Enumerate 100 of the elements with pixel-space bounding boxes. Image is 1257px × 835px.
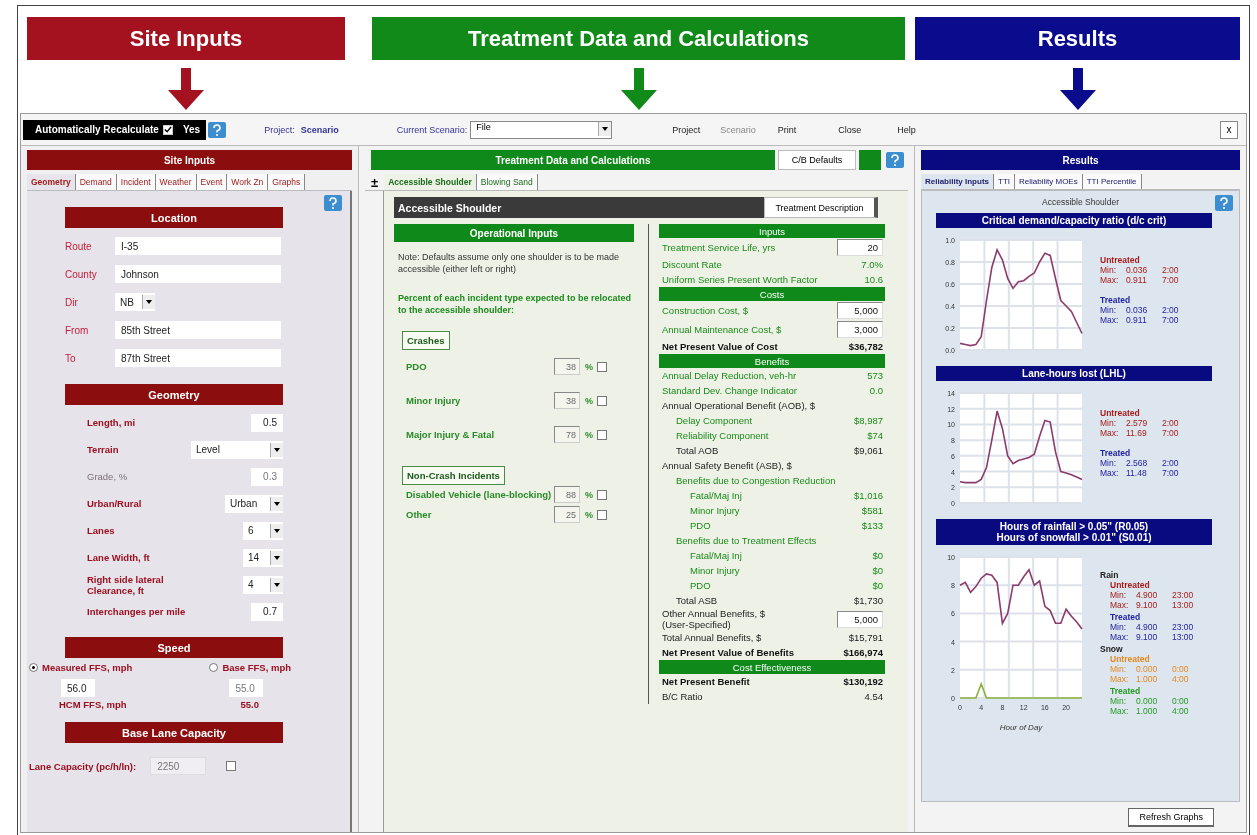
close-button[interactable]: x: [1220, 120, 1238, 139]
input-field[interactable]: 5,000: [837, 610, 883, 628]
checkbox[interactable]: [226, 761, 237, 771]
input-field[interactable]: 20: [837, 239, 883, 256]
field-label: Terrain: [87, 444, 119, 455]
tab[interactable]: TTI Percentile: [1082, 174, 1142, 189]
help-icon[interactable]: [886, 152, 904, 168]
row-value: 573: [867, 370, 883, 381]
item-label: Major Injury & Fatal: [406, 429, 496, 441]
tab[interactable]: Incident: [116, 174, 156, 190]
checkbox[interactable]: [597, 395, 607, 406]
tab[interactable]: Reliability Inputs: [921, 174, 994, 189]
percent-field[interactable]: 38: [554, 392, 580, 410]
auto-recalculate-value: Yes: [182, 124, 201, 135]
row-value: $0: [872, 550, 883, 561]
help-icon[interactable]: [1215, 195, 1233, 211]
input-field[interactable]: 5,000: [837, 302, 883, 319]
row-value: $8,987: [853, 415, 883, 426]
caret-icon: [270, 496, 283, 511]
help-icon[interactable]: [324, 195, 342, 211]
checkbox[interactable]: [597, 429, 607, 440]
caret-icon: [270, 523, 283, 538]
tab[interactable]: Weather: [155, 174, 197, 190]
text-field[interactable]: Johnson: [115, 265, 281, 283]
menu-item[interactable]: Print: [777, 124, 797, 135]
radio-button[interactable]: [209, 663, 219, 672]
checkbox[interactable]: [597, 361, 607, 372]
section-header: Speed: [65, 637, 283, 658]
row-value: $74: [867, 430, 883, 441]
section-header: Operational Inputs: [394, 224, 634, 242]
input-field[interactable]: 3,000: [837, 321, 883, 338]
help-icon[interactable]: [208, 121, 227, 138]
menu-item[interactable]: Close: [838, 124, 862, 135]
percent-field[interactable]: 78: [554, 426, 580, 444]
field-label: County: [65, 268, 98, 280]
expand-button[interactable]: ±: [365, 174, 385, 190]
dropdown-field[interactable]: Urban: [225, 494, 283, 513]
tab[interactable]: Event: [196, 174, 228, 190]
tab[interactable]: Graphs: [268, 174, 306, 190]
row-label: Minor Injury: [690, 505, 740, 516]
row-label: Fatal/Maj Inj: [690, 550, 742, 561]
dropdown-field[interactable]: 14: [243, 548, 283, 567]
tab[interactable]: Demand: [75, 174, 117, 190]
description-button[interactable]: Treatment Description: [764, 197, 878, 218]
checkbox[interactable]: [597, 509, 607, 520]
legend-time: 23:00: [1172, 589, 1194, 600]
text-field[interactable]: 87th Street: [115, 349, 281, 367]
speed-field[interactable]: 56.0: [61, 679, 95, 697]
chart-title-line: Critical demand/capacity ratio (d/c crit): [981, 215, 1167, 226]
percent-field[interactable]: 88: [554, 486, 580, 504]
radio-label: Base FFS, mph: [222, 662, 291, 673]
text-field[interactable]: 85th Street: [115, 321, 281, 339]
row-label: Net Present Benefit: [662, 676, 750, 687]
refresh-button[interactable]: Refresh Graphs: [1128, 807, 1214, 827]
legend-value: 4.900: [1136, 589, 1159, 600]
dropdown-field[interactable]: Level: [191, 440, 283, 459]
text-field[interactable]: 0.5: [251, 413, 283, 432]
section-banner: Site Inputs: [27, 17, 345, 60]
row-label: Delay Component: [676, 415, 753, 426]
checkbox[interactable]: [162, 124, 173, 135]
percent-field[interactable]: 38: [554, 358, 580, 376]
radio-label: Measured FFS, mph: [42, 662, 133, 673]
tab[interactable]: Geometry: [27, 174, 76, 190]
row-label: Treatment Service Life, yrs: [662, 242, 776, 253]
row-label: Net Present Value of Cost: [662, 341, 778, 352]
tab[interactable]: Reliability MOEs: [1015, 174, 1083, 189]
percent-field[interactable]: 25: [554, 506, 580, 524]
tab[interactable]: TTI: [994, 174, 1015, 189]
section-banner: Results: [915, 17, 1240, 60]
text-field[interactable]: I-35: [115, 237, 281, 255]
dropdown-field[interactable]: 6: [243, 521, 283, 540]
section-header: Cost Effectiveness: [659, 660, 885, 674]
treatment-heading: Accessible Shoulder: [394, 197, 764, 218]
legend-time: 7:00: [1162, 315, 1179, 325]
radio-button[interactable]: [29, 663, 38, 672]
tab[interactable]: Blowing Sand: [476, 174, 538, 190]
row-label: B/C Ratio: [662, 691, 703, 702]
legend-group-title: Untreated: [1100, 255, 1141, 265]
tab[interactable]: Work Zn: [227, 174, 269, 190]
legend-time: 4:00: [1172, 673, 1189, 684]
menu-item[interactable]: Project: [672, 124, 701, 135]
defaults-button[interactable]: C/B Defaults: [778, 150, 856, 170]
scenario-dropdown[interactable]: File: [470, 120, 613, 139]
down-arrow-icon: [166, 68, 206, 110]
row-value: $133: [861, 520, 883, 531]
legend-time: 0:00: [1172, 695, 1189, 706]
legend-value: 0.036: [1126, 265, 1149, 275]
unit-label: %: [585, 429, 593, 440]
field-label: Lane Capacity (pc/h/ln):: [29, 760, 137, 772]
text-field[interactable]: 0.7: [251, 602, 283, 621]
dropdown-field[interactable]: 4: [243, 575, 283, 594]
prompt-text: Percent of each incident type expected to be relocated to the accessible shoulder:: [398, 293, 633, 317]
menu-item[interactable]: Help: [897, 124, 916, 135]
speed-field[interactable]: 55.0: [229, 679, 264, 697]
text-field[interactable]: 2250: [150, 757, 207, 775]
tab[interactable]: Accessible Shoulder: [384, 174, 477, 190]
checkbox[interactable]: [597, 489, 607, 500]
section-header: Base Lane Capacity: [65, 722, 283, 743]
legend-value: 0.911: [1126, 275, 1148, 285]
dropdown-field[interactable]: NB: [115, 293, 155, 311]
